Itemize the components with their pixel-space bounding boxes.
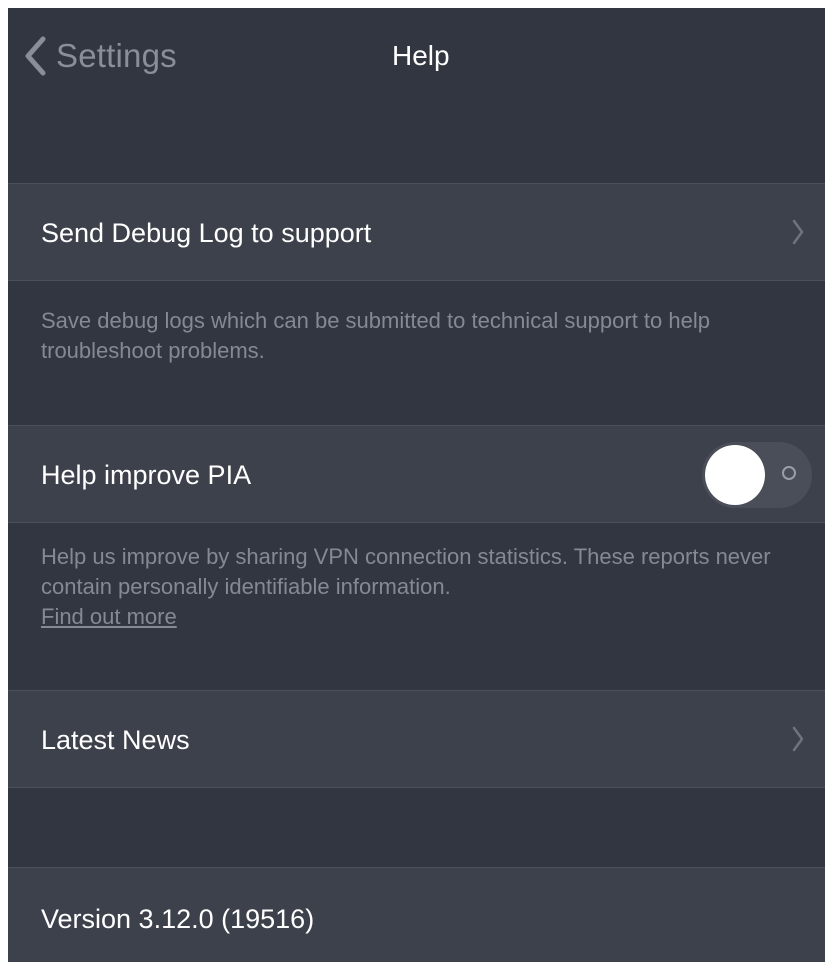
- send-debug-log-label: Send Debug Log to support: [41, 218, 372, 248]
- version-row: Version 3.12.0 (19516): [8, 867, 825, 962]
- help-improve-description-block: Help us improve by sharing VPN connectio…: [41, 542, 811, 632]
- latest-news-label: Latest News: [41, 725, 190, 755]
- help-screen: Settings Help Send Debug Log to support …: [8, 8, 825, 962]
- help-improve-description: Help us improve by sharing VPN connectio…: [41, 544, 771, 599]
- help-improve-row: Help improve PIA: [8, 425, 825, 523]
- toggle-knob: [705, 445, 765, 505]
- find-out-more-link[interactable]: Find out more: [41, 602, 811, 632]
- debug-log-description: Save debug logs which can be submitted t…: [41, 308, 710, 363]
- latest-news-row[interactable]: Latest News: [8, 690, 825, 788]
- back-label: Settings: [56, 37, 177, 74]
- page-title: Help: [392, 40, 450, 71]
- help-improve-toggle[interactable]: [702, 442, 812, 508]
- toggle-off-indicator-icon: [782, 466, 796, 480]
- chevron-right-icon: [791, 218, 805, 251]
- chevron-left-icon: [24, 36, 46, 76]
- send-debug-log-row[interactable]: Send Debug Log to support: [8, 183, 825, 281]
- version-label: Version 3.12.0 (19516): [41, 904, 315, 934]
- back-button[interactable]: Settings: [24, 36, 177, 76]
- navigation-bar: Settings Help: [8, 8, 825, 108]
- chevron-right-icon: [791, 725, 805, 758]
- help-improve-label: Help improve PIA: [41, 460, 252, 490]
